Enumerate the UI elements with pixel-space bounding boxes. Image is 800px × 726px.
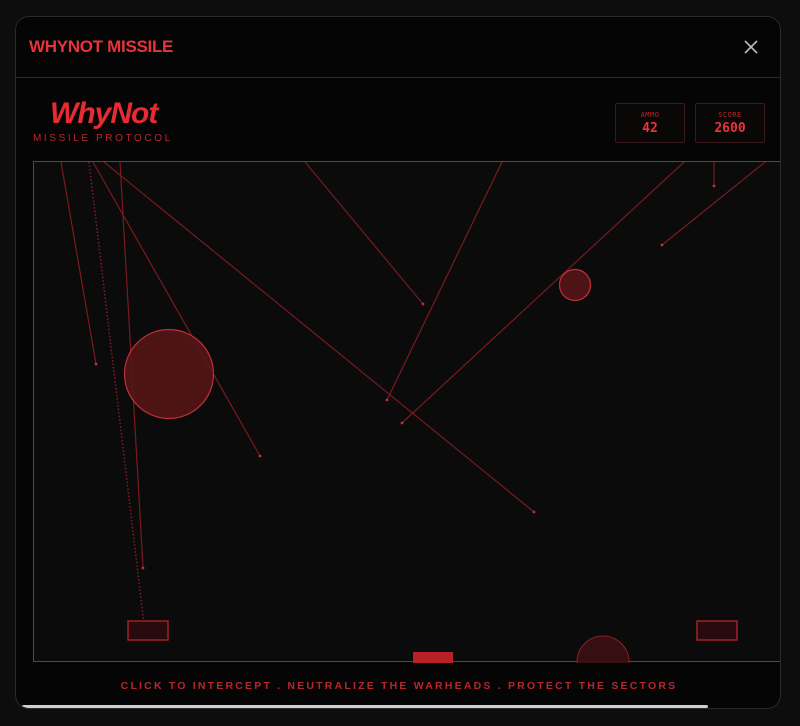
game-canvas[interactable] xyxy=(33,161,781,663)
missile-head xyxy=(421,302,425,306)
missile-head xyxy=(660,243,664,247)
instructions-text: CLICK TO INTERCEPT . NEUTRALIZE THE WARH… xyxy=(120,680,678,692)
close-icon xyxy=(744,40,758,54)
explosion xyxy=(123,328,215,420)
explosion xyxy=(576,635,630,663)
battlefield[interactable] xyxy=(34,162,781,663)
missile-head xyxy=(141,566,145,570)
ammo-label: AMMO xyxy=(640,111,660,119)
game-modal: WHYNOT MISSILE WhyNot MISSILE PROTOCOL A… xyxy=(15,16,781,709)
missile-trail xyxy=(401,162,685,424)
ammo-counter: AMMO 42 xyxy=(615,103,685,143)
missile-launcher xyxy=(413,652,453,663)
explosion xyxy=(558,268,592,302)
missile-trail xyxy=(60,162,97,365)
ammo-value: 42 xyxy=(642,121,658,136)
close-button[interactable] xyxy=(740,36,762,58)
game-tagline: MISSILE PROTOCOL xyxy=(33,133,173,144)
scrollbar-thumb[interactable] xyxy=(22,705,708,708)
missile-head xyxy=(400,421,404,425)
score-value: 2600 xyxy=(714,121,746,136)
modal-title: WHYNOT MISSILE xyxy=(29,37,174,56)
missile-head xyxy=(385,398,389,402)
score-counter: SCORE 2600 xyxy=(695,103,765,143)
score-label: SCORE xyxy=(718,111,742,119)
missile-trail xyxy=(304,162,424,305)
missile-head xyxy=(258,454,262,458)
missile-head xyxy=(532,510,536,514)
missile-head xyxy=(94,362,98,366)
modal-header: WHYNOT MISSILE xyxy=(16,17,780,78)
city-sector xyxy=(127,620,169,641)
horizontal-scrollbar[interactable] xyxy=(22,705,774,708)
city-sector xyxy=(696,620,738,641)
missile-head xyxy=(712,184,716,188)
game-logo: WhyNot xyxy=(50,97,158,130)
